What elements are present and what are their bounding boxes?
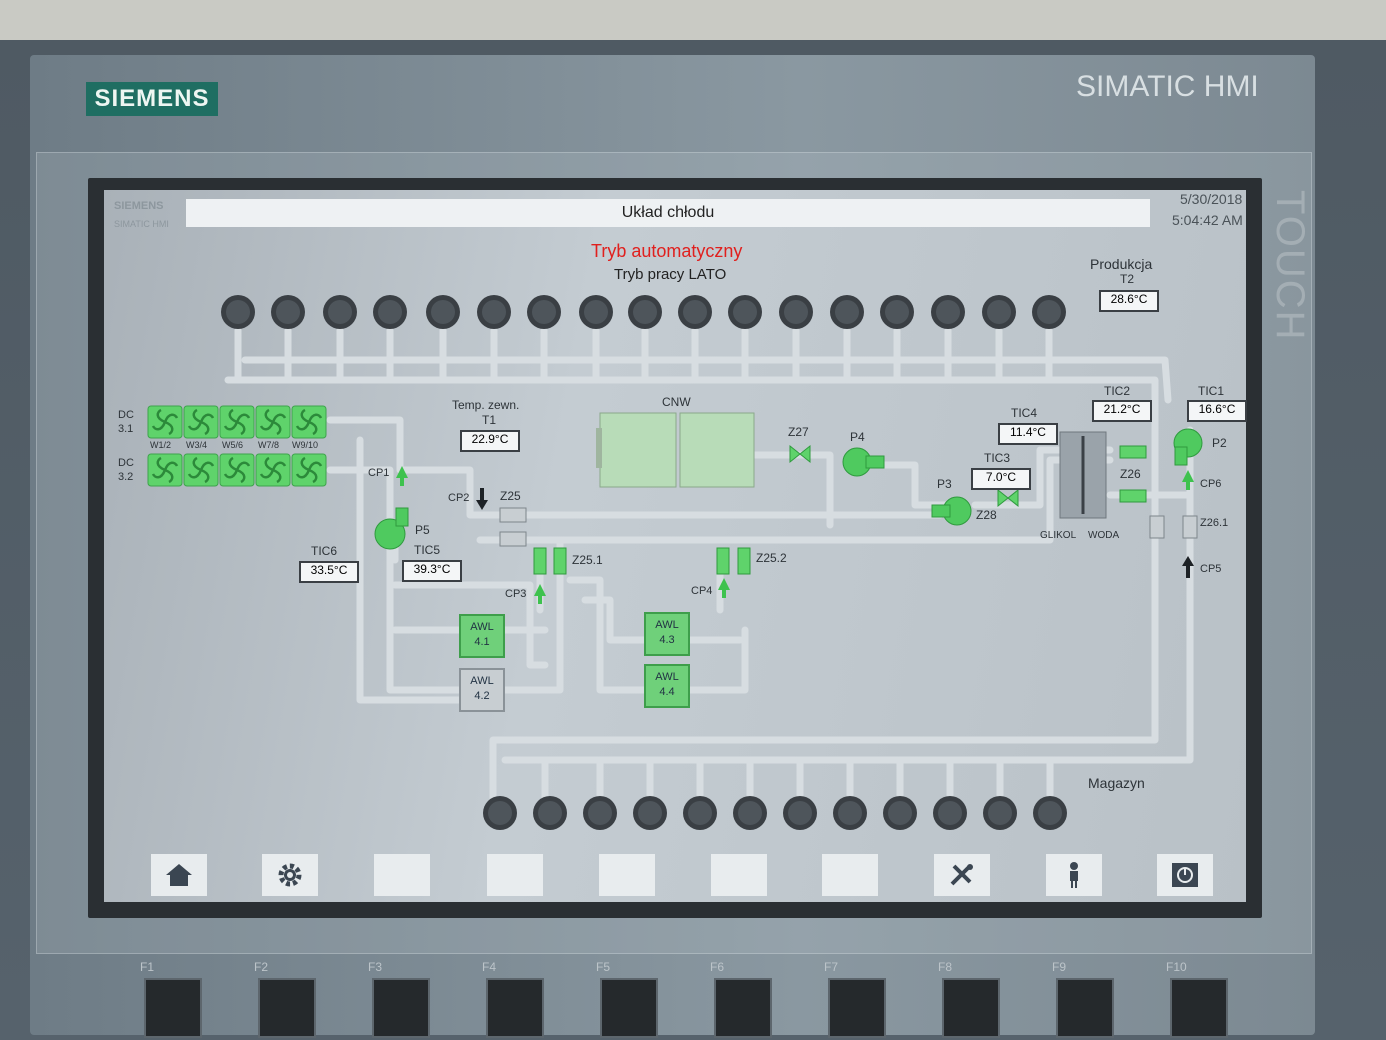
t2-value: 28.6°C	[1099, 290, 1159, 312]
cp4-label: CP4	[691, 585, 713, 597]
cp3-label: CP3	[505, 588, 527, 600]
tic3-value: 7.0°C	[971, 468, 1031, 490]
fkey-label: F9	[1052, 960, 1067, 974]
fkey-label: F8	[938, 960, 953, 974]
tic6-value: 33.5°C	[299, 561, 359, 583]
awl-unit-4-1[interactable]: AWL 4.1	[459, 614, 505, 658]
awl-name: AWL	[470, 621, 494, 633]
glikol-label: GLIKOL	[1040, 530, 1077, 541]
fkey-label: F1	[140, 960, 155, 974]
awl-number: 4.3	[659, 634, 675, 646]
tic6-label: TIC6	[311, 544, 338, 558]
f5-key[interactable]	[600, 978, 658, 1038]
cp2-label: CP2	[448, 492, 470, 504]
z28-label: Z28	[976, 508, 997, 522]
f9-key[interactable]	[1056, 978, 1114, 1038]
magazyn-label: Magazyn	[1088, 775, 1145, 791]
z251-label: Z25.1	[572, 553, 603, 567]
tic1-label: TIC1	[1198, 384, 1225, 398]
user-button[interactable]	[1046, 854, 1102, 896]
temp-zewn-label: Temp. zewn.	[452, 398, 520, 412]
tic3-label: TIC3	[984, 451, 1011, 465]
z27-label: Z27	[788, 425, 809, 439]
tic4-value: 11.4°C	[998, 423, 1058, 445]
tic5-value: 39.3°C	[402, 560, 462, 582]
t1-label: T1	[482, 413, 497, 427]
t2-label: T2	[1120, 272, 1135, 286]
awl-unit-4-4[interactable]: AWL 4.4	[644, 664, 690, 708]
cnw-label: CNW	[662, 395, 691, 409]
user-icon	[1070, 862, 1078, 888]
f6-key[interactable]	[714, 978, 772, 1038]
fkey-label: F6	[710, 960, 725, 974]
w910-label: W9/10	[292, 440, 319, 450]
awl-number: 4.2	[474, 690, 490, 702]
tools-button[interactable]	[934, 854, 990, 896]
f4-key[interactable]	[486, 978, 544, 1038]
nav-button-7[interactable]	[822, 854, 878, 896]
z252-label: Z25.2	[756, 551, 787, 565]
tic2-label: TIC2	[1104, 384, 1131, 398]
nav-button-5[interactable]	[599, 854, 655, 896]
p3-label: P3	[937, 477, 952, 491]
nav-button-6[interactable]	[711, 854, 767, 896]
p5-label: P5	[415, 523, 430, 537]
home-button[interactable]	[151, 854, 207, 896]
tools-icon	[950, 864, 973, 886]
tic4-label: TIC4	[1011, 406, 1038, 420]
cp5-label: CP5	[1200, 563, 1222, 575]
settings-button[interactable]	[262, 854, 318, 896]
cp1-label: CP1	[368, 467, 390, 479]
gear-icon	[278, 863, 302, 887]
p2-label: P2	[1212, 436, 1227, 450]
fkey-label: F4	[482, 960, 497, 974]
z25-label: Z25	[500, 489, 521, 503]
awl-number: 4.4	[659, 686, 675, 698]
fkey-label: F3	[368, 960, 383, 974]
home-icon	[166, 864, 192, 886]
awl-unit-4-2[interactable]: AWL 4.2	[459, 668, 505, 712]
w56-label: W5/6	[222, 440, 244, 450]
w12-label: W1/2	[150, 440, 172, 450]
tic2-value: 21.2°C	[1092, 400, 1152, 422]
fkey-label: F5	[596, 960, 611, 974]
tic5-label: TIC5	[414, 543, 441, 557]
fkey-label: F10	[1166, 960, 1187, 974]
nav-button-4[interactable]	[487, 854, 543, 896]
f3-key[interactable]	[372, 978, 430, 1038]
fkey-label: F2	[254, 960, 269, 974]
f8-key[interactable]	[942, 978, 1000, 1038]
f1-key[interactable]	[144, 978, 202, 1038]
dc32-label: DC 3.2	[118, 457, 134, 483]
woda-label: WODA	[1088, 530, 1120, 541]
f2-key[interactable]	[258, 978, 316, 1038]
dc31-label: DC 3.1	[118, 409, 134, 435]
w34-label: W3/4	[186, 440, 208, 450]
nav-button-3[interactable]	[374, 854, 430, 896]
fkey-label: F7	[824, 960, 839, 974]
produkcja-label: Produkcja	[1090, 256, 1153, 272]
awl-name: AWL	[470, 675, 494, 687]
tic1-value: 16.6°C	[1187, 400, 1247, 422]
power-button[interactable]	[1157, 854, 1213, 896]
p4-label: P4	[850, 430, 865, 444]
w78-label: W7/8	[258, 440, 280, 450]
f7-key[interactable]	[828, 978, 886, 1038]
awl-name: AWL	[655, 671, 679, 683]
cp6-label: CP6	[1200, 478, 1222, 490]
awl-unit-4-3[interactable]: AWL 4.3	[644, 612, 690, 656]
t1-value: 22.9°C	[460, 430, 520, 452]
z261-label: Z26.1	[1200, 517, 1229, 529]
f10-key[interactable]	[1170, 978, 1228, 1038]
z26-label: Z26	[1120, 467, 1141, 481]
awl-name: AWL	[655, 619, 679, 631]
awl-number: 4.1	[474, 636, 490, 648]
power-icon	[1172, 863, 1198, 887]
